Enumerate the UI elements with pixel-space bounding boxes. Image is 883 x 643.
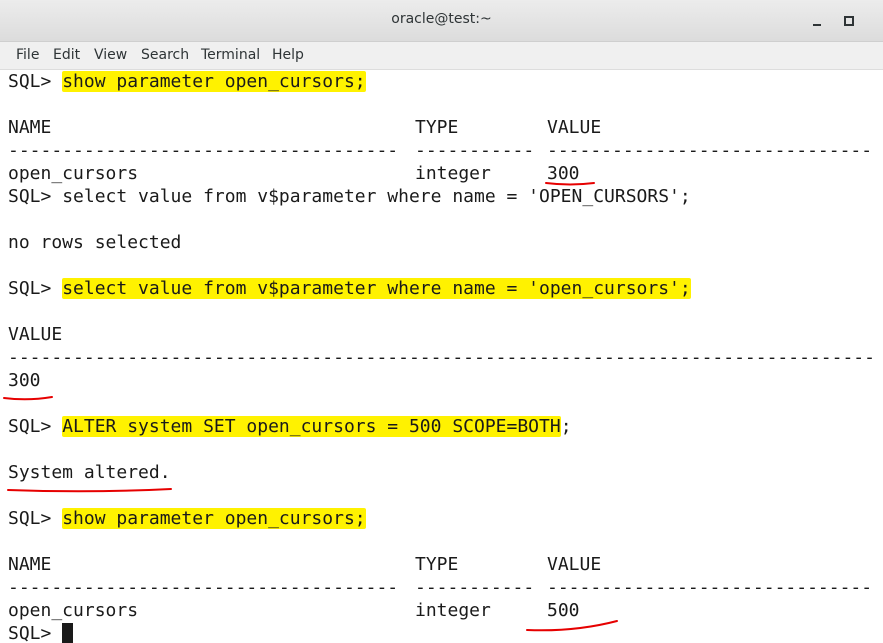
maximize-icon	[844, 16, 854, 26]
highlighted-command: show parameter open_cursors;	[62, 71, 366, 92]
parameter-name: open_cursors	[8, 163, 139, 184]
parameter-type: integer	[415, 163, 491, 184]
underline-value-500	[526, 620, 618, 632]
minimize-button[interactable]	[806, 10, 828, 32]
separator-row: ------------------------------------ ---…	[8, 139, 878, 162]
result-message: no rows selected	[8, 232, 182, 253]
column-header-value: VALUE	[8, 324, 63, 345]
parameter-type: integer	[415, 600, 491, 621]
parameter-name: open_cursors	[8, 600, 139, 621]
separator-type: -----------	[415, 577, 535, 598]
result-message: System altered.	[8, 462, 171, 483]
menu-view[interactable]: View	[94, 47, 127, 63]
parameter-value: 300	[547, 163, 580, 184]
window-title: oracle@test:~	[391, 11, 492, 27]
menu-help[interactable]: Help	[272, 47, 304, 63]
separator-name: ------------------------------------	[8, 140, 399, 161]
terminal-line: SQL> show parameter open_cursors;	[8, 507, 366, 530]
column-header-value: VALUE	[547, 554, 602, 575]
minimize-icon	[813, 24, 821, 26]
underline-value-300-second	[3, 396, 53, 401]
column-header-type: TYPE	[415, 554, 459, 575]
menu-file[interactable]: File	[16, 47, 39, 63]
separator-value: ------------------------------	[547, 577, 873, 598]
sql-prompt: SQL>	[8, 416, 63, 437]
column-header-name: NAME	[8, 554, 52, 575]
parameter-row: open_cursors integer 300	[8, 162, 878, 185]
sql-prompt: SQL>	[8, 186, 63, 207]
column-header-value: VALUE	[547, 117, 602, 138]
terminal-line: SQL> select value from v$parameter where…	[8, 185, 691, 208]
terminal-line: SQL> ALTER system SET open_cursors = 500…	[8, 415, 572, 438]
highlighted-command: show parameter open_cursors;	[62, 508, 366, 529]
menu-bar: File Edit View Search Terminal Help	[0, 42, 883, 70]
column-header-type: TYPE	[415, 117, 459, 138]
command-terminator: ;	[560, 416, 572, 437]
maximize-button[interactable]	[838, 10, 860, 32]
menu-search[interactable]: Search	[141, 47, 189, 63]
terminal-line: SQL> select value from v$parameter where…	[8, 277, 691, 300]
separator-type: -----------	[415, 140, 535, 161]
separator-name: ------------------------------------	[8, 577, 399, 598]
column-header-row: NAME TYPE VALUE	[8, 553, 878, 576]
highlighted-command: ALTER system SET open_cursors = 500 SCOP…	[62, 416, 561, 437]
text-cursor	[62, 623, 74, 643]
highlighted-command: select value from v$parameter where name…	[62, 278, 691, 299]
menu-edit[interactable]: Edit	[53, 47, 80, 63]
sql-prompt: SQL>	[8, 623, 63, 643]
sql-prompt: SQL>	[8, 278, 63, 299]
terminal-line: SQL>	[8, 622, 74, 643]
parameter-row: open_cursors integer 500	[8, 599, 878, 622]
parameter-value: 500	[547, 600, 580, 621]
sql-prompt: SQL>	[8, 508, 63, 529]
terminal-output[interactable]: SQL> show parameter open_cursors; NAME T…	[0, 70, 883, 643]
column-header-row: NAME TYPE VALUE	[8, 116, 878, 139]
column-header-name: NAME	[8, 117, 52, 138]
menu-terminal[interactable]: Terminal	[201, 47, 260, 63]
query-value: 300	[8, 370, 41, 391]
terminal-window: oracle@test:~ File Edit View Search Term…	[0, 0, 883, 643]
separator-row: ----------------------------------------…	[8, 347, 875, 368]
underline-system-altered	[7, 488, 172, 493]
sql-prompt: SQL>	[8, 71, 63, 92]
title-bar[interactable]: oracle@test:~	[0, 0, 883, 42]
separator-row: ------------------------------------ ---…	[8, 576, 878, 599]
terminal-line: SQL> show parameter open_cursors;	[8, 70, 366, 93]
separator-value: ------------------------------	[547, 140, 873, 161]
command-text: select value from v$parameter where name…	[62, 186, 691, 207]
